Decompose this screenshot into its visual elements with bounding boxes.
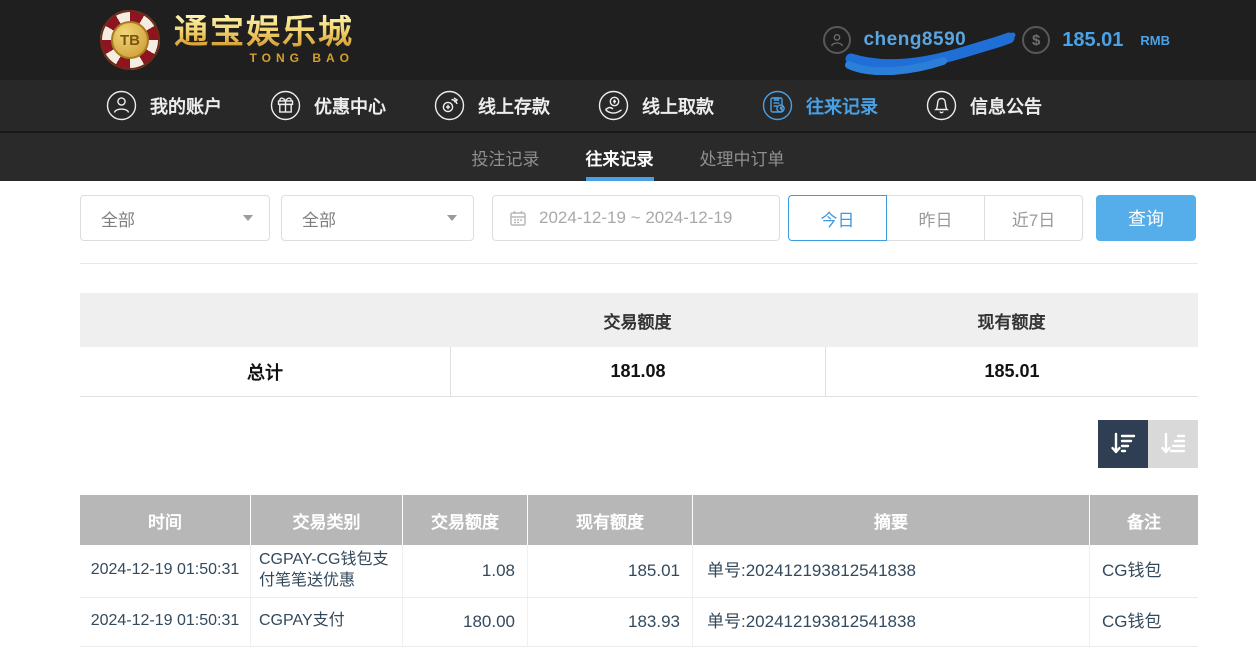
col-balance: 现有额度 xyxy=(527,495,692,545)
nav-promotions[interactable]: 优惠中心 xyxy=(270,90,408,121)
date-range-value: 2024-12-19 ~ 2024-12-19 xyxy=(539,208,732,228)
col-remark: 备注 xyxy=(1089,495,1198,545)
section-divider xyxy=(80,263,1198,264)
balance-currency: RMB xyxy=(1140,33,1170,48)
brand-name: 通宝娱乐城 xyxy=(174,15,354,49)
user-icon xyxy=(106,90,137,121)
records-header-row: 时间 交易类别 交易额度 现有额度 摘要 备注 xyxy=(80,495,1198,545)
nav-label: 信息公告 xyxy=(970,93,1042,119)
nav-withdraw[interactable]: 线上取款 xyxy=(598,90,736,121)
summary-table: 交易额度 现有额度 总计 181.08 185.01 xyxy=(80,293,1198,397)
col-type: 交易类别 xyxy=(250,495,402,545)
cell-remark: CG钱包 xyxy=(1089,545,1198,597)
last-7-days-button[interactable]: 近7日 xyxy=(984,195,1083,241)
table-row: 2024-12-19 01:50:31 CGPAY支付 180.00 183.9… xyxy=(80,598,1198,647)
summary-total-transaction: 181.08 xyxy=(450,347,825,396)
summary-header-balance: 现有额度 xyxy=(825,293,1198,347)
sort-descending-icon xyxy=(1109,430,1137,458)
tab-betting-records[interactable]: 投注记录 xyxy=(472,133,540,181)
cell-time: 2024-12-19 01:50:31 xyxy=(80,598,250,646)
top-bar: TB 通宝娱乐城 TONG BAO cheng8590 xyxy=(0,0,1256,80)
search-button[interactable]: 查询 xyxy=(1096,195,1196,241)
cell-time: 2024-12-19 01:50:31 xyxy=(80,545,250,597)
summary-total-row: 总计 181.08 185.01 xyxy=(80,347,1198,397)
username-wrap: cheng8590 xyxy=(863,29,966,51)
tab-label: 处理中订单 xyxy=(700,145,785,170)
records-clipboard-icon xyxy=(762,90,793,121)
today-button[interactable]: 今日 xyxy=(788,195,887,241)
sort-descending-button[interactable] xyxy=(1098,420,1148,468)
summary-header-row: 交易额度 现有额度 xyxy=(80,293,1198,347)
summary-header-transaction: 交易额度 xyxy=(450,293,825,347)
cell-type: CGPAY-CG钱包支付笔笔送优惠 xyxy=(250,545,402,597)
nav-label: 我的账户 xyxy=(150,93,222,119)
sort-ascending-button[interactable] xyxy=(1148,420,1198,468)
username: cheng8590 xyxy=(863,29,966,50)
tab-label: 投注记录 xyxy=(472,145,540,170)
user-icon xyxy=(823,26,851,54)
main-content: 全部 全部 2024-12-19 ~ 2024-12-19 今日 昨日 近7日 … xyxy=(0,195,1256,647)
nav-transaction-records[interactable]: 往来记录 xyxy=(762,90,900,121)
nav-label: 线上存款 xyxy=(478,93,550,119)
cell-amount: 1.08 xyxy=(402,545,527,597)
cell-amount: 180.00 xyxy=(402,598,527,646)
cell-balance: 185.01 xyxy=(527,545,692,597)
chevron-down-icon xyxy=(447,215,457,221)
category-select-value: 全部 xyxy=(302,206,336,231)
chevron-down-icon xyxy=(243,215,253,221)
dollar-coin-icon: $ xyxy=(1022,26,1050,54)
type-select-value: 全部 xyxy=(101,206,135,231)
nav-label: 线上取款 xyxy=(642,93,714,119)
col-time: 时间 xyxy=(80,495,250,545)
category-select[interactable]: 全部 xyxy=(281,195,474,241)
summary-header-empty xyxy=(80,293,450,347)
records-table: 时间 交易类别 交易额度 现有额度 摘要 备注 2024-12-19 01:50… xyxy=(80,495,1198,647)
user-account-button[interactable]: cheng8590 xyxy=(823,26,966,54)
withdraw-coin-icon xyxy=(598,90,629,121)
main-nav: 我的账户 优惠中心 线上存款 线上取款 往来记录 信息公告 xyxy=(0,80,1256,131)
bell-icon xyxy=(926,90,957,121)
brand-name-en: TONG BAO xyxy=(250,51,354,65)
cell-summary: 单号:202412193812541838 xyxy=(692,545,1089,597)
brand-logo[interactable]: TB 通宝娱乐城 TONG BAO xyxy=(100,10,354,70)
deposit-coin-icon xyxy=(434,90,465,121)
nav-label: 优惠中心 xyxy=(314,93,386,119)
tab-label: 往来记录 xyxy=(586,145,654,170)
quick-date-group: 今日 昨日 近7日 xyxy=(788,195,1083,241)
date-range-input[interactable]: 2024-12-19 ~ 2024-12-19 xyxy=(492,195,780,241)
nav-announcements[interactable]: 信息公告 xyxy=(926,90,1064,121)
tab-transaction-records[interactable]: 往来记录 xyxy=(586,133,654,181)
filter-row: 全部 全部 2024-12-19 ~ 2024-12-19 今日 昨日 近7日 … xyxy=(80,195,1198,241)
yesterday-button[interactable]: 昨日 xyxy=(886,195,985,241)
calendar-icon xyxy=(509,209,527,227)
nav-label: 往来记录 xyxy=(806,93,878,119)
topbar-right: cheng8590 $ 185.01 RMB xyxy=(823,26,1170,54)
col-amount: 交易额度 xyxy=(402,495,527,545)
chip-monogram: TB xyxy=(111,21,149,59)
summary-total-label: 总计 xyxy=(80,347,450,396)
gift-icon xyxy=(270,90,301,121)
nav-deposit[interactable]: 线上存款 xyxy=(434,90,572,121)
sub-tab-bar: 投注记录 往来记录 处理中订单 xyxy=(0,131,1256,181)
summary-total-balance: 185.01 xyxy=(825,347,1198,396)
cell-summary: 单号:202412193812541838 xyxy=(692,598,1089,646)
balance-amount: 185.01 xyxy=(1062,29,1123,52)
sort-controls xyxy=(80,420,1198,468)
cell-remark: CG钱包 xyxy=(1089,598,1198,646)
brand-text: 通宝娱乐城 TONG BAO xyxy=(174,15,354,65)
table-row: 2024-12-19 01:50:31 CGPAY-CG钱包支付笔笔送优惠 1.… xyxy=(80,545,1198,598)
type-select[interactable]: 全部 xyxy=(80,195,270,241)
cell-type: CGPAY支付 xyxy=(250,598,402,646)
casino-chip-icon: TB xyxy=(100,10,160,70)
wallet-balance[interactable]: $ 185.01 RMB xyxy=(1022,26,1170,54)
cell-balance: 183.93 xyxy=(527,598,692,646)
sort-ascending-icon xyxy=(1159,430,1187,458)
tab-pending-orders[interactable]: 处理中订单 xyxy=(700,133,785,181)
col-summary: 摘要 xyxy=(692,495,1089,545)
nav-my-account[interactable]: 我的账户 xyxy=(106,90,244,121)
